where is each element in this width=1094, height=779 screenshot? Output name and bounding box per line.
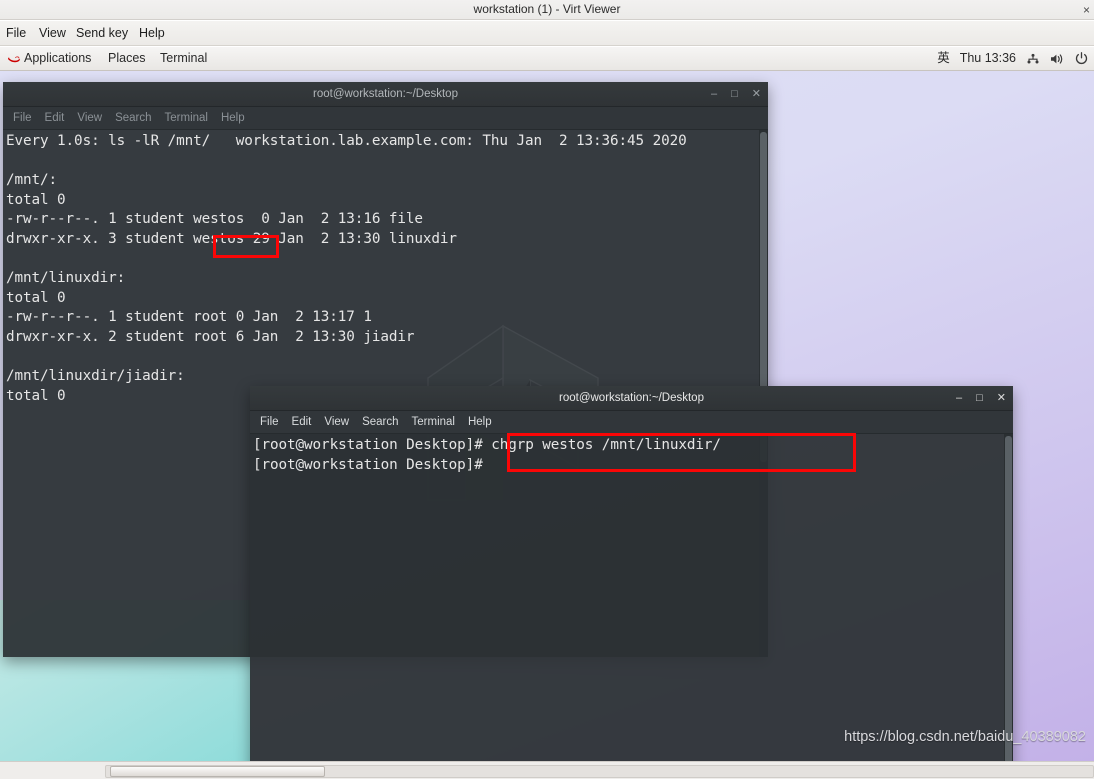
volume-icon[interactable] (1050, 53, 1065, 65)
terminal-front-scrollbar[interactable] (1004, 434, 1013, 761)
terminal-back-title: root@workstation:~/Desktop (313, 88, 458, 100)
terminal-back-titlebar[interactable]: root@workstation:~/Desktop – □ ✕ (3, 82, 768, 107)
terminal-back-menubar: File Edit View Search Terminal Help (3, 107, 768, 130)
terminal-front-menu-edit[interactable]: Edit (292, 411, 312, 433)
virt-viewer-titlebar: workstation (1) - Virt Viewer × (0, 0, 1094, 20)
terminal-front-scrollbar-thumb[interactable] (1005, 436, 1012, 761)
topbar-places-menu[interactable]: Places (108, 47, 146, 70)
virt-viewer-window-title: workstation (1) - Virt Viewer (473, 2, 621, 16)
terminal-back-menu-view[interactable]: View (77, 107, 102, 129)
terminal-back-menu-search[interactable]: Search (115, 107, 151, 129)
redhat-logo-icon[interactable] (7, 52, 21, 65)
blog-watermark: https://blog.csdn.net/baidu_40389082 (844, 729, 1086, 745)
topbar-clock[interactable]: Thu 13:36 (960, 47, 1016, 70)
terminal-front-menu-terminal[interactable]: Terminal (412, 411, 455, 433)
gnome-top-panel: Applications Places Terminal 英 Thu 13:36 (0, 47, 1094, 71)
network-icon[interactable] (1026, 53, 1040, 65)
virt-viewer-menubar: File View Send key Help (0, 21, 1094, 46)
terminal-back-output: Every 1.0s: ls -lR /mnt/ workstation.lab… (6, 133, 687, 404)
terminal-front-close-icon[interactable]: ✕ (997, 386, 1006, 411)
guest-desktop: Applications Places Terminal 英 Thu 13:36 (0, 47, 1094, 761)
terminal-front-menu-search[interactable]: Search (362, 411, 398, 433)
viewer-menu-send-key[interactable]: Send key (70, 21, 134, 45)
terminal-back-minimize-icon[interactable]: – (711, 82, 717, 107)
viewer-menu-file[interactable]: File (0, 21, 32, 45)
terminal-front-menubar: File Edit View Search Terminal Help (250, 411, 1013, 434)
terminal-back-menu-terminal[interactable]: Terminal (165, 107, 208, 129)
terminal-front-menu-file[interactable]: File (260, 411, 279, 433)
terminal-front-output: [root@workstation Desktop]# chgrp westos… (253, 437, 721, 473)
input-method-indicator[interactable]: 英 (937, 47, 950, 70)
viewer-menu-view[interactable]: View (33, 21, 72, 45)
power-icon[interactable] (1075, 52, 1088, 65)
viewer-menu-help[interactable]: Help (133, 21, 171, 45)
viewer-horizontal-scrollbar-thumb[interactable] (110, 766, 325, 777)
terminal-front-menu-help[interactable]: Help (468, 411, 492, 433)
terminal-front-titlebar[interactable]: root@workstation:~/Desktop – □ ✕ (250, 386, 1013, 411)
topbar-applications-menu[interactable]: Applications (24, 47, 91, 70)
virt-viewer-statusbar (0, 761, 1094, 779)
terminal-back-close-icon[interactable]: ✕ (752, 82, 761, 107)
terminal-front-title: root@workstation:~/Desktop (559, 392, 704, 404)
terminal-front-menu-view[interactable]: View (324, 411, 349, 433)
terminal-back-menu-help[interactable]: Help (221, 107, 245, 129)
terminal-back-window-buttons: – □ ✕ (711, 82, 761, 107)
terminal-back-maximize-icon[interactable]: □ (731, 82, 738, 107)
terminal-front-minimize-icon[interactable]: – (956, 386, 962, 411)
terminal-front-maximize-icon[interactable]: □ (976, 386, 983, 411)
terminal-back-menu-edit[interactable]: Edit (45, 107, 65, 129)
terminal-front-body[interactable]: [root@workstation Desktop]# chgrp westos… (250, 434, 1013, 761)
topbar-terminal-menu[interactable]: Terminal (160, 47, 207, 70)
terminal-window-front[interactable]: root@workstation:~/Desktop – □ ✕ File Ed… (250, 386, 1013, 761)
virt-viewer-close-icon[interactable]: × (1083, 1, 1090, 19)
terminal-front-window-buttons: – □ ✕ (956, 386, 1006, 411)
topbar-status-area: 英 Thu 13:36 (937, 47, 1088, 70)
terminal-back-menu-file[interactable]: File (13, 107, 32, 129)
